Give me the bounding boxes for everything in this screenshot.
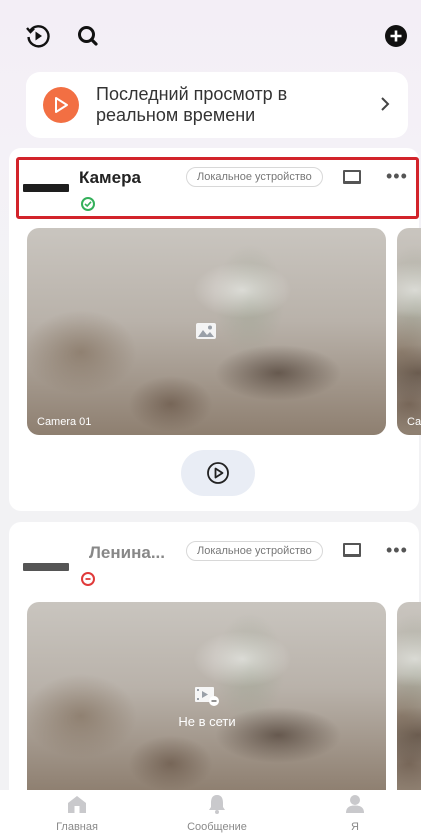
channel-thumbnail[interactable]: Не в сети [27, 602, 386, 792]
search-icon[interactable] [74, 22, 102, 50]
local-device-badge: Локальное устройство [186, 541, 323, 561]
bell-icon [209, 795, 225, 814]
add-icon[interactable] [382, 22, 410, 50]
replay-icon[interactable] [24, 22, 52, 50]
local-device-badge: Локальное устройство [186, 167, 323, 187]
live-view-card[interactable]: Последний просмотр в реальном времени [26, 72, 408, 138]
tab-label: Сообщение [187, 821, 247, 833]
channel-thumbnail[interactable]: Ca [397, 228, 421, 435]
playback-button[interactable] [181, 450, 255, 496]
online-status-icon [81, 197, 95, 211]
channel-thumbnail[interactable] [397, 602, 421, 792]
play-icon [43, 87, 79, 123]
tab-profile[interactable]: Я [310, 794, 400, 833]
tab-home[interactable]: Главная [32, 794, 122, 833]
channel-thumbnail[interactable]: Camera 01 [27, 228, 386, 435]
more-icon[interactable]: ••• [386, 540, 408, 561]
monitor-icon[interactable] [343, 543, 361, 557]
tab-label: Главная [56, 821, 98, 833]
device-thumbnail [23, 563, 69, 571]
more-icon[interactable]: ••• [386, 166, 408, 187]
channel-label: Ca [407, 416, 421, 428]
channel-label: Camera 01 [37, 416, 92, 428]
play-icon [207, 462, 229, 484]
tab-bar: Главная Сообщение Я [0, 790, 421, 836]
offline-camera-icon [194, 685, 220, 712]
tab-label: Я [351, 821, 359, 833]
offline-status-icon [81, 572, 95, 586]
live-view-label: Последний просмотр в реальном времени [96, 84, 288, 125]
image-icon [195, 322, 217, 345]
tab-messages[interactable]: Сообщение [172, 794, 262, 833]
offline-label: Не в сети [178, 714, 236, 729]
top-bar [0, 0, 421, 68]
chevron-right-icon [380, 96, 390, 117]
device-name[interactable]: Ленина... [89, 543, 165, 563]
user-icon [346, 795, 364, 813]
device-thumbnail [23, 184, 69, 192]
home-icon [68, 796, 86, 813]
device-name[interactable]: Камера [79, 168, 141, 188]
monitor-icon[interactable] [343, 170, 361, 184]
